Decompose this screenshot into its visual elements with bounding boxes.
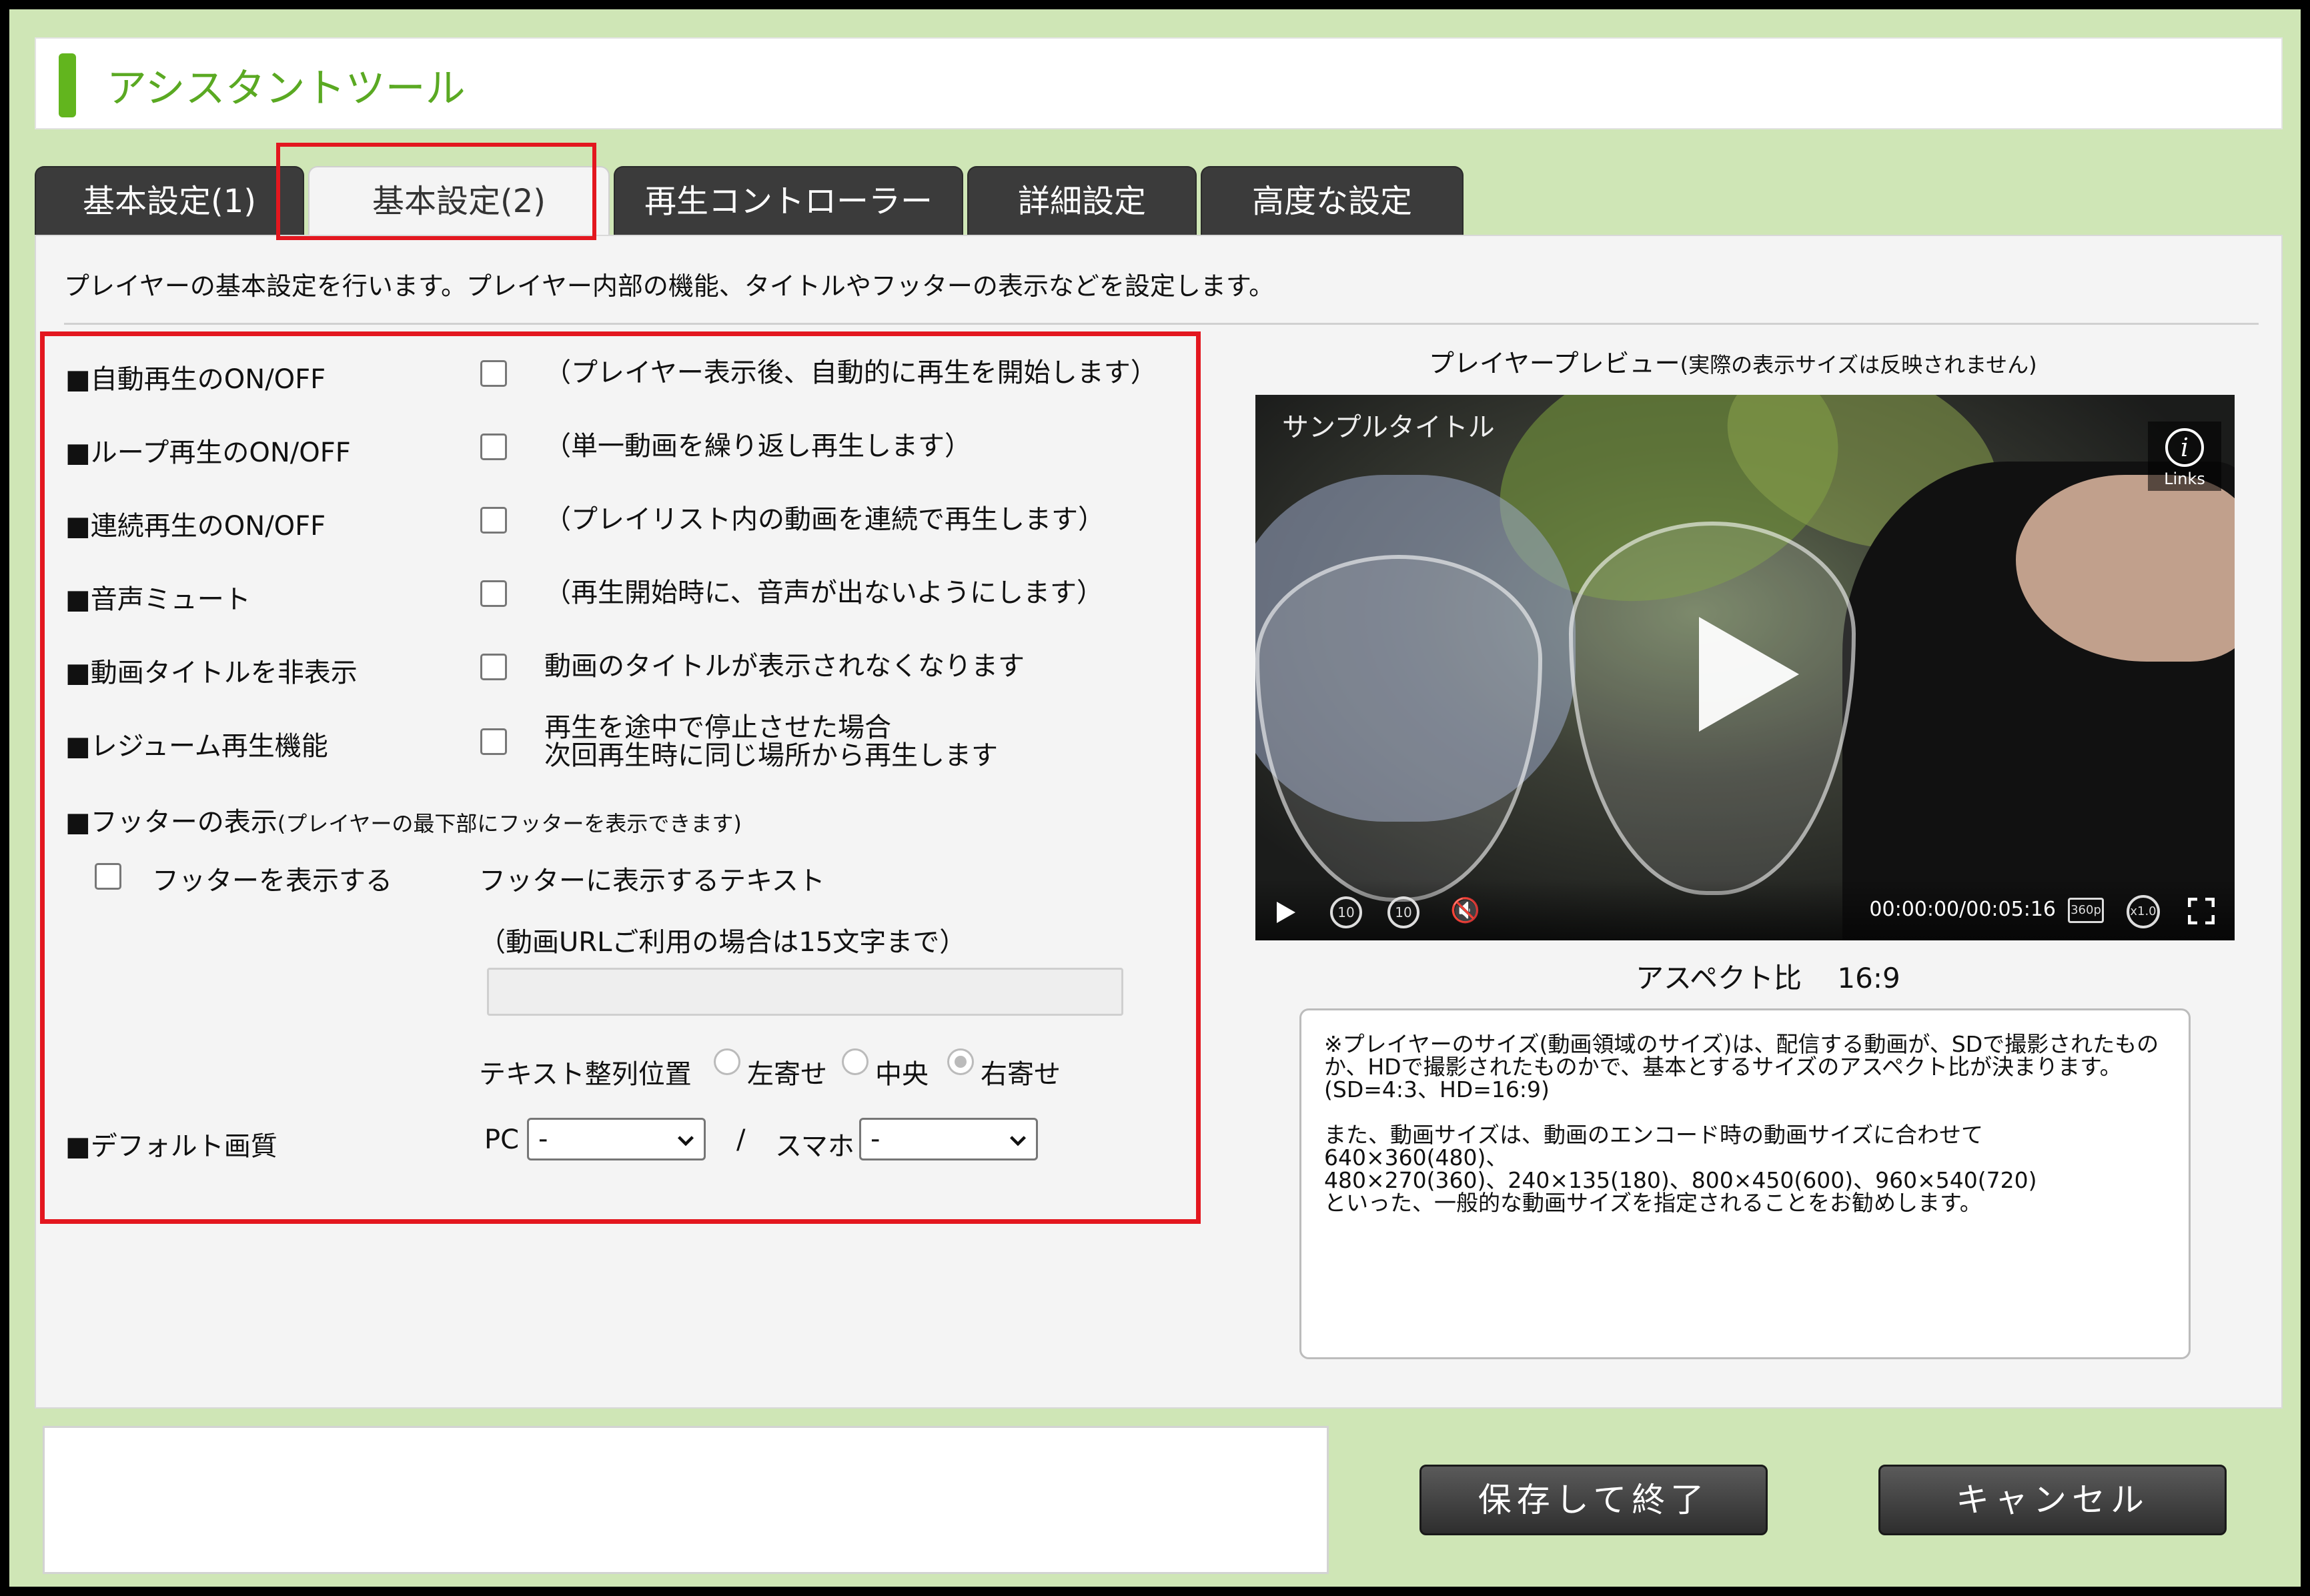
mute-label: ■音声ミュート [65, 584, 251, 615]
play-icon[interactable] [1277, 902, 1295, 923]
footer-text-note: （動画URLご利用の場合は15文字まで） [479, 927, 967, 958]
quality-separator: / [736, 1124, 746, 1155]
align-right-radio[interactable] [947, 1048, 974, 1075]
links-label: Links [2164, 470, 2205, 488]
autoplay-checkbox[interactable] [480, 360, 507, 387]
links-button[interactable]: i Links [2148, 422, 2221, 491]
preview-caption: プレイヤープレビュー(実際の表示サイズは反映されません) [1429, 343, 2037, 379]
loop-desc: （単一動画を繰り返し再生します） [544, 431, 971, 462]
footer-show-label: フッターを表示する [152, 866, 392, 896]
text-align-label: テキスト整列位置 [479, 1059, 692, 1090]
preview-caption-main: プレイヤープレビュー [1429, 349, 1680, 378]
tab-playback-controller[interactable]: 再生コントローラー [614, 166, 963, 235]
mute-icon[interactable]: 🔇 [1450, 896, 1480, 926]
footer-label-main: ■フッターの表示 [65, 807, 277, 838]
hide-title-desc: 動画のタイトルが表示されなくなります [544, 651, 1025, 682]
footer-show-checkbox[interactable] [95, 863, 121, 890]
resume-label: ■レジューム再生機能 [65, 731, 328, 762]
align-center-radio[interactable] [842, 1048, 869, 1075]
page-title: アシスタントツール [107, 65, 466, 112]
continuous-label: ■連続再生のON/OFF [65, 511, 326, 542]
resume-desc-line1: 再生を途中で停止させた場合 [544, 712, 891, 743]
quality-pc-label: PC [484, 1124, 520, 1155]
divider [64, 323, 2259, 325]
loop-checkbox[interactable] [480, 434, 507, 460]
hide-title-label: ■動画タイトルを非表示 [65, 658, 358, 688]
cancel-button[interactable]: キャンセル [1878, 1465, 2227, 1535]
title-bar: アシスタントツール [35, 37, 2283, 129]
info-icon: i [2165, 428, 2204, 467]
default-quality-label: ■デフォルト画質 [65, 1131, 277, 1162]
continuous-checkbox[interactable] [480, 507, 507, 534]
resume-checkbox[interactable] [480, 728, 507, 755]
align-right-label: 右寄せ [981, 1059, 1061, 1090]
app-window: アシスタントツール 基本設定(1) 基本設定(2) 再生コントローラー 詳細設定… [7, 7, 2303, 1589]
player-control-bar: 10 10 🔇 00:00:00/00:05:16 360p x1.0 [1255, 879, 2235, 940]
quality-sp-select[interactable]: - [859, 1118, 1038, 1160]
time-display: 00:00:00/00:05:16 [1869, 898, 2056, 921]
message-area [43, 1426, 1329, 1574]
align-left-label: 左寄せ [747, 1059, 827, 1090]
tab-bar: 基本設定(1) 基本設定(2) 再生コントローラー 詳細設定 高度な設定 [35, 166, 2283, 235]
mute-desc: （再生開始時に、音声が出ないようにします） [544, 578, 1103, 608]
aspect-value: 16:9 [1837, 962, 1900, 994]
preview-caption-note: (実際の表示サイズは反映されません) [1680, 352, 2037, 377]
mute-checkbox[interactable] [480, 580, 507, 607]
tab-advanced-settings[interactable]: 高度な設定 [1201, 166, 1464, 235]
resume-desc-line2: 次回再生時に同じ場所から再生します [544, 740, 998, 771]
quality-pc-value: - [538, 1124, 548, 1154]
notes-box: ※プレイヤーのサイズ(動画領域のサイズ)は、配信する動画が、SDで撮影されたもの… [1299, 1008, 2191, 1359]
align-center-label: 中央 [875, 1059, 929, 1090]
quality-sp-value: - [871, 1124, 881, 1154]
big-play-icon[interactable] [1699, 617, 1799, 732]
fullscreen-icon[interactable] [2188, 898, 2215, 924]
title-accent-bar [59, 53, 76, 117]
video-player-preview[interactable]: サンプルタイトル i Links 10 10 🔇 00:00:00/00:05:… [1255, 395, 2235, 940]
autoplay-desc: （プレイヤー表示後、自動的に再生を開始します） [544, 357, 1157, 388]
video-title: サンプルタイトル [1282, 412, 1495, 443]
chevron-down-icon [1009, 1136, 1027, 1146]
aspect-ratio: アスペクト比 16:9 [1636, 956, 1900, 996]
footer-text-label: フッターに表示するテキスト [479, 866, 825, 896]
footer-label-note: (プレイヤーの最下部にフッターを表示できます) [277, 811, 742, 836]
quality-badge[interactable]: 360p [2068, 898, 2104, 923]
footer-section-label: ■フッターの表示(プレイヤーの最下部にフッターを表示できます) [65, 800, 742, 839]
continuous-desc: （プレイリスト内の動画を連続で再生します） [544, 504, 1105, 535]
aspect-label: アスペクト比 [1636, 962, 1802, 994]
loop-label: ■ループ再生のON/OFF [65, 438, 351, 468]
skip-forward-icon[interactable]: 10 [1387, 896, 1419, 928]
tab-detail-settings[interactable]: 詳細設定 [967, 166, 1197, 235]
speed-badge[interactable]: x1.0 [2127, 895, 2160, 928]
intro-text: プレイヤーの基本設定を行います。プレイヤー内部の機能、タイトルやフッターの表示な… [64, 271, 1275, 301]
hide-title-checkbox[interactable] [480, 654, 507, 680]
quality-pc-select[interactable]: - [527, 1118, 706, 1160]
autoplay-label: ■自動再生のON/OFF [65, 364, 326, 395]
tab-basic-settings-1[interactable]: 基本設定(1) [35, 166, 304, 235]
skip-back-icon[interactable]: 10 [1330, 896, 1362, 928]
save-and-exit-button[interactable]: 保存して終了 [1419, 1465, 1768, 1535]
chevron-down-icon [677, 1136, 694, 1146]
quality-sp-label: スマホ [775, 1131, 854, 1162]
align-left-radio[interactable] [714, 1048, 740, 1075]
footer-text-input[interactable] [487, 968, 1123, 1016]
video-frame-glass [1255, 555, 1542, 902]
tab-basic-settings-2[interactable]: 基本設定(2) [308, 166, 610, 235]
